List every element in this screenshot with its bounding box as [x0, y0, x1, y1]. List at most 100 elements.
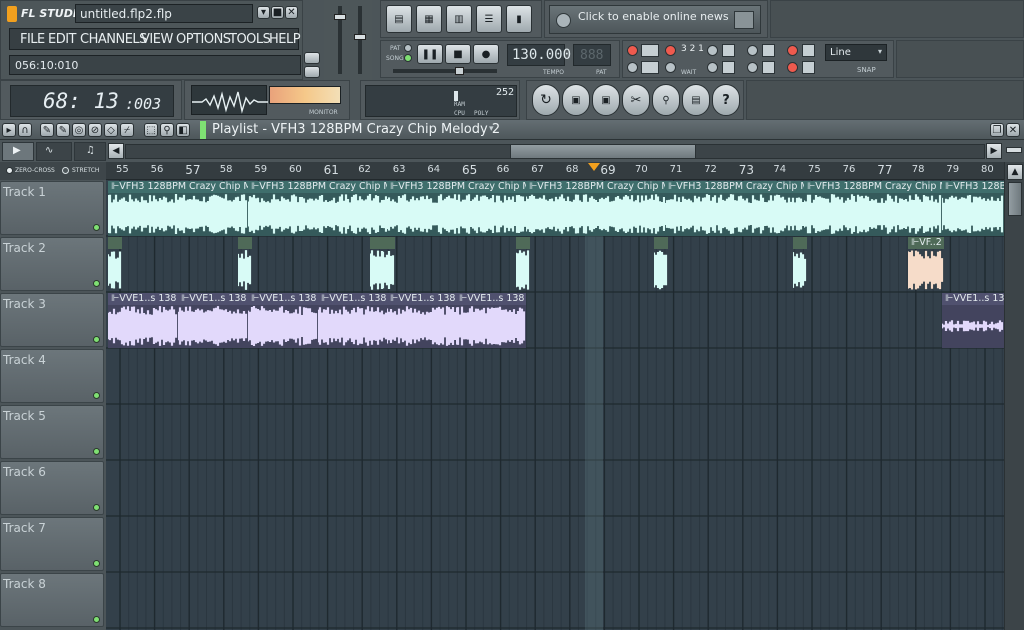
track-active-led[interactable]	[93, 336, 100, 343]
track-header[interactable]: Track 5	[0, 405, 104, 459]
master-volume-knob[interactable]	[334, 14, 346, 20]
magnet-tool-button[interactable]: ∩	[18, 123, 32, 137]
song-mode-radio[interactable]	[404, 54, 412, 62]
audio-clip[interactable]	[381, 237, 395, 292]
track-active-led[interactable]	[93, 280, 100, 287]
audio-clip[interactable]	[108, 237, 122, 292]
playlist-view-button[interactable]: ▤	[386, 5, 412, 33]
master-pitch-slider[interactable]	[358, 6, 362, 74]
audio-clip[interactable]: ⊩VFH3 128BPM Crazy Chip Mix	[942, 181, 1004, 236]
tab-arrangement[interactable]: ▶	[2, 142, 34, 161]
project-info-button[interactable]: ▤	[682, 84, 710, 116]
audio-clip[interactable]: ⊩VFH3 128BPM Crazy Chip Mix	[804, 181, 942, 236]
track-header[interactable]: Track 6	[0, 461, 104, 515]
minimize-button[interactable]: ▾	[257, 6, 270, 19]
news-box[interactable]: Click to enable online news	[549, 5, 761, 34]
undo-button[interactable]: ↻	[532, 84, 560, 116]
track-active-led[interactable]	[93, 616, 100, 623]
tempo-display[interactable]: 130.000	[507, 44, 571, 66]
playback-tool-button[interactable]: ◧	[176, 123, 190, 137]
audio-clip[interactable]: ⊩VVE1..s 138	[318, 293, 388, 348]
wait-toggle[interactable]	[665, 62, 676, 73]
help-button[interactable]: ?	[712, 84, 740, 116]
draw-tool-button[interactable]: ✎	[40, 123, 54, 137]
audio-clip[interactable]	[238, 237, 252, 292]
zoom-tool-button[interactable]: ⚲	[160, 123, 174, 137]
track-active-led[interactable]	[93, 392, 100, 399]
track-active-led[interactable]	[93, 560, 100, 567]
audio-clip[interactable]: ⊩VVE1..s 138	[942, 293, 1004, 348]
blend-notes-toggle[interactable]	[787, 45, 798, 56]
scroll-left-button[interactable]: ◀	[108, 143, 124, 159]
pattern-display[interactable]: 888	[573, 44, 611, 66]
track-active-led[interactable]	[93, 448, 100, 455]
zoom-slider-handle[interactable]	[1006, 147, 1022, 153]
tools-button[interactable]: ✂	[622, 84, 650, 116]
playlist-title[interactable]: Playlist - VFH3 128BPM Crazy Chip Melody…	[212, 122, 500, 137]
audio-clip[interactable]: ⊩VFH3 128BPM Crazy Chip Mix	[248, 181, 387, 236]
audio-clip[interactable]: ⊩VFH3 128BPM Crazy Chip Mix	[108, 181, 248, 236]
close-button[interactable]: ✕	[285, 6, 298, 19]
typing-keyboard-toggle[interactable]	[627, 45, 638, 56]
metronome-toggle[interactable]	[665, 45, 676, 56]
piano-roll-button[interactable]: ▥	[446, 5, 472, 33]
audio-clip[interactable]: ⊩VVE1..s 138	[108, 293, 178, 348]
overdub-toggle[interactable]	[707, 62, 718, 73]
track-header[interactable]: Track 1	[0, 181, 104, 235]
scroll-up-button[interactable]: ▲	[1007, 164, 1023, 180]
track-active-led[interactable]	[93, 504, 100, 511]
tab-audio[interactable]: ♫	[74, 142, 106, 161]
pat-mode-radio[interactable]	[404, 44, 412, 52]
audio-clip[interactable]	[793, 237, 807, 292]
audio-clip[interactable]: ⊩VVE1..s 138	[178, 293, 248, 348]
audio-clip[interactable]: ⊩VFH3 128BPM Crazy Chip Mix	[526, 181, 665, 236]
menu-edit[interactable]: EDIT	[48, 32, 77, 47]
scroll-toggle[interactable]	[747, 62, 758, 73]
panel-toggle-1[interactable]	[304, 52, 320, 64]
track-header[interactable]: Track 7	[0, 517, 104, 571]
scroll-right-button[interactable]: ▶	[986, 143, 1002, 159]
save-new-button[interactable]: ▣	[562, 84, 590, 116]
tab-automation[interactable]: ∿	[36, 142, 72, 161]
audio-clip[interactable]: ⊩VFH3 128BPM Crazy Chip Mix	[665, 181, 804, 236]
playhead-marker[interactable]	[588, 163, 600, 171]
news-download-icon[interactable]	[734, 11, 754, 29]
filename-field[interactable]: untitled.flp2.flp	[75, 4, 253, 23]
position-slider-thumb[interactable]	[455, 67, 464, 75]
slice-tool-button[interactable]: ⌿	[120, 123, 134, 137]
track-header[interactable]: Track 2	[0, 237, 104, 291]
step-edit-toggle[interactable]	[707, 45, 718, 56]
search-button[interactable]: ⚲	[652, 84, 680, 116]
maximize-button[interactable]: ■	[271, 6, 284, 19]
vertical-scrollbar[interactable]: ▲	[1004, 162, 1024, 630]
select-tool-button[interactable]: ⬚	[144, 123, 158, 137]
stretch-radio[interactable]	[62, 167, 69, 174]
audio-clip[interactable]: ⊩VFH3 128BPM Crazy Chip Mix	[387, 181, 526, 236]
position-slider[interactable]	[393, 69, 497, 73]
mixer-button[interactable]: ▮	[506, 5, 532, 33]
track-header[interactable]: Track 4	[0, 349, 104, 403]
snap-select[interactable]: Line ▾	[825, 44, 887, 61]
timeline-ruler[interactable]: 55 56 57 58 59 60 61 62 63 64 65 66 67 68 69 70 71 72 73 74…	[106, 162, 1004, 180]
playlist-menu-button[interactable]: ▸	[2, 123, 16, 137]
vertical-scroll-thumb[interactable]	[1008, 182, 1022, 216]
menu-options[interactable]: OPTIONS	[176, 32, 231, 47]
loop-record-toggle[interactable]	[747, 45, 758, 56]
master-pitch-knob[interactable]	[354, 34, 366, 40]
paint-tool-button[interactable]: ✎	[56, 123, 70, 137]
recording-filter-toggle[interactable]	[787, 62, 798, 73]
menu-channels[interactable]: CHANNELS	[80, 32, 147, 47]
audio-clip[interactable]	[654, 237, 668, 292]
audio-clip[interactable]: ⊩VF..2	[908, 237, 944, 292]
track-header[interactable]: Track 8	[0, 573, 104, 627]
delete-tool-button[interactable]: ◎	[72, 123, 86, 137]
multilink-toggle[interactable]	[627, 62, 638, 73]
zero-cross-radio[interactable]	[6, 167, 13, 174]
song-position-display[interactable]: 68: 13 :003	[10, 85, 174, 117]
menu-tools[interactable]: TOOLS	[229, 32, 271, 47]
step-sequencer-button[interactable]: ▦	[416, 5, 442, 33]
playlist-close-button[interactable]: ✕	[1006, 123, 1020, 137]
menu-file[interactable]: FILE	[20, 32, 45, 47]
menu-view[interactable]: VIEW	[141, 32, 173, 47]
slip-tool-button[interactable]: ◇	[104, 123, 118, 137]
